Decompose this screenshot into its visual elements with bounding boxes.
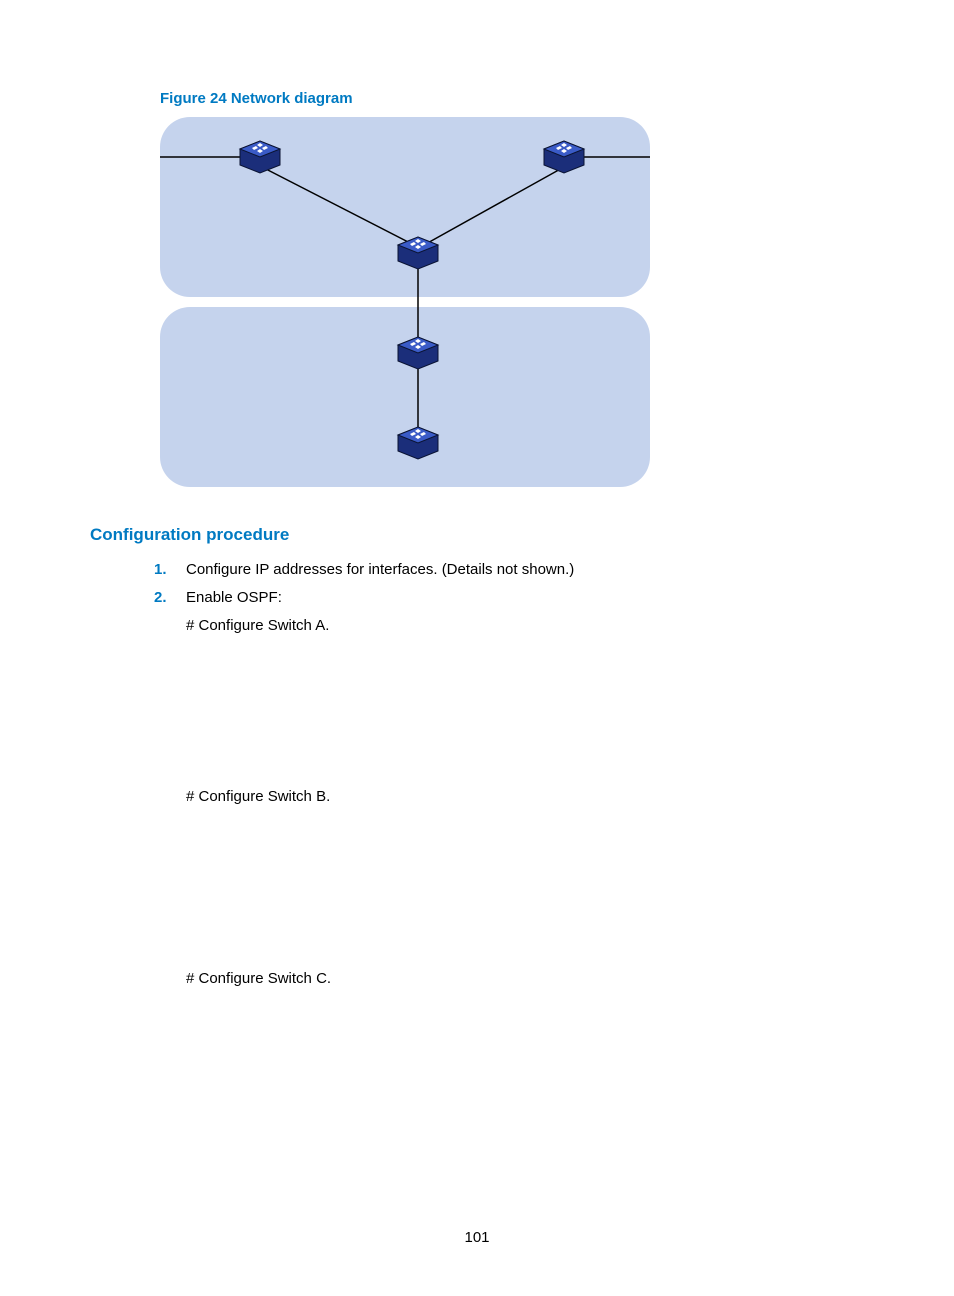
switch-icon: [238, 139, 282, 177]
substep-text: # Configure Switch A.: [186, 615, 864, 637]
step-text: Enable OSPF:: [186, 587, 864, 609]
step-number: 1.: [154, 561, 186, 578]
substep-text: # Configure Switch C.: [186, 968, 864, 990]
network-diagram: [160, 117, 650, 497]
substep-text: # Configure Switch B.: [186, 786, 864, 808]
page-number: 101: [0, 1229, 954, 1246]
section-heading: Configuration procedure: [90, 525, 864, 545]
list-item: 1. Configure IP addresses for interfaces…: [154, 559, 864, 581]
switch-icon: [396, 335, 440, 373]
switch-icon: [396, 425, 440, 463]
switch-icon: [542, 139, 586, 177]
page: Figure 24 Network diagram: [0, 0, 954, 1296]
steps-list: 1. Configure IP addresses for interfaces…: [154, 559, 864, 609]
step-number: 2.: [154, 589, 186, 606]
switch-icon: [396, 235, 440, 273]
list-item: 2. Enable OSPF:: [154, 587, 864, 609]
figure-caption: Figure 24 Network diagram: [160, 90, 864, 107]
step-text: Configure IP addresses for interfaces. (…: [186, 559, 864, 581]
